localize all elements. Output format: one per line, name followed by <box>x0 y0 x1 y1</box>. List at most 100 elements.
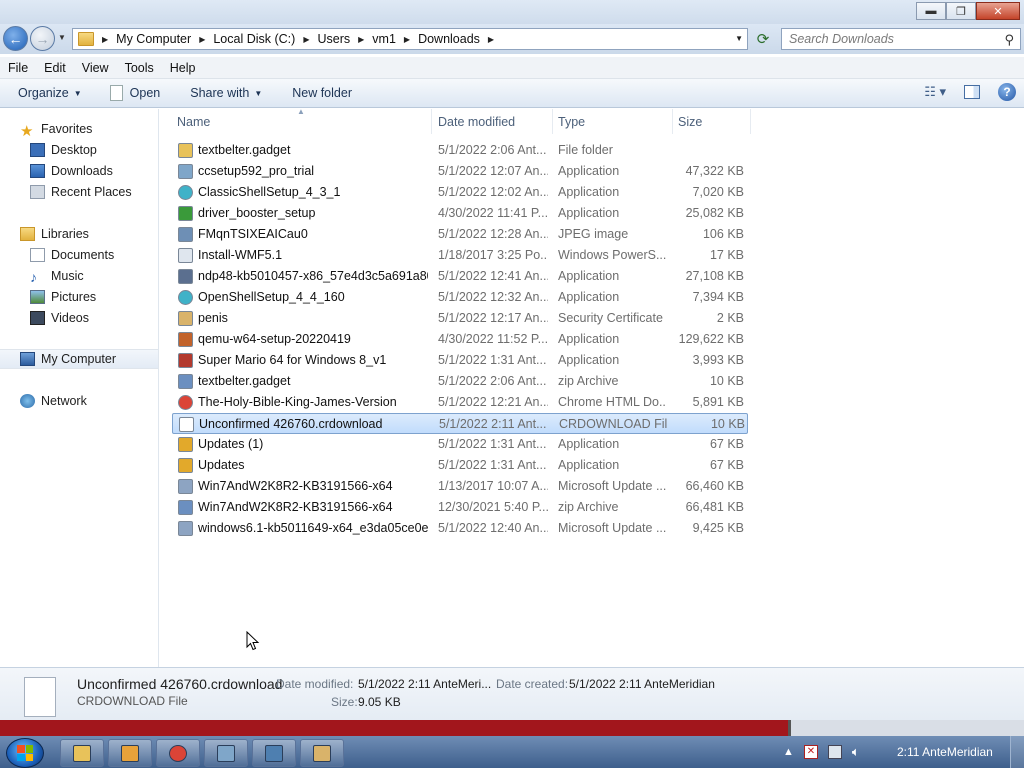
search-box[interactable]: ⚲ <box>781 28 1021 50</box>
nav-pictures[interactable]: Pictures <box>0 287 158 307</box>
search-input[interactable] <box>782 32 992 46</box>
menu-tools[interactable]: Tools <box>117 61 162 75</box>
file-size: 3,993 KB <box>692 353 744 367</box>
preview-pane-icon[interactable] <box>964 85 980 99</box>
new-folder-button[interactable]: New folder <box>292 86 352 100</box>
back-button[interactable]: ← <box>3 26 28 51</box>
nav-favorites[interactable]: ★ Favorites <box>0 119 158 140</box>
nav-music[interactable]: ♪ Music <box>0 266 158 286</box>
taskbar-button[interactable] <box>300 739 344 767</box>
file-type: Application <box>558 437 620 451</box>
breadcrumb-downloads[interactable]: Downloads <box>418 32 480 46</box>
file-row[interactable]: Win7AndW2K8R2-KB3191566-x64 1/13/2017 10:… <box>172 476 748 497</box>
taskbar-button[interactable] <box>156 739 200 767</box>
breadcrumb-vm1[interactable]: vm1 <box>372 32 396 46</box>
file-row[interactable]: driver_booster_setup 4/30/2022 11:41 P...… <box>172 203 748 224</box>
refresh-icon[interactable]: ⟳ <box>751 28 775 50</box>
chevron-right-icon[interactable]: ▶ <box>404 35 410 44</box>
file-name: textbelter.gadget <box>198 374 291 388</box>
file-name: textbelter.gadget <box>198 143 291 157</box>
music-icon: ♪ <box>30 269 37 285</box>
breadcrumb-my-computer[interactable]: My Computer <box>116 32 191 46</box>
change-view-icon[interactable]: ☷ ▾ <box>924 84 946 100</box>
menu-help[interactable]: Help <box>162 61 204 75</box>
column-type-label: Type <box>558 114 586 129</box>
file-date-modified: 5/1/2022 12:17 An... <box>438 311 548 325</box>
start-button[interactable] <box>6 738 44 768</box>
help-icon[interactable]: ? <box>998 83 1016 101</box>
file-row[interactable]: OpenShellSetup_4_4_160 5/1/2022 12:32 An.… <box>172 287 748 308</box>
forward-button[interactable]: → <box>30 26 55 51</box>
file-row[interactable]: Unconfirmed 426760.crdownload 5/1/2022 2:… <box>172 413 748 434</box>
menu-edit[interactable]: Edit <box>36 61 74 75</box>
chevron-right-icon[interactable]: ▶ <box>199 35 205 44</box>
file-row[interactable]: ndp48-kb5010457-x86_57e4d3c5a691a80f... 5… <box>172 266 748 287</box>
breadcrumb-local-disk[interactable]: Local Disk (C:) <box>213 32 295 46</box>
nav-libraries[interactable]: Libraries <box>0 224 158 244</box>
file-row[interactable]: penis 5/1/2022 12:17 An... Security Certif… <box>172 308 748 329</box>
taskbar-button[interactable] <box>60 739 104 767</box>
maximize-button[interactable]: ❐ <box>946 2 976 20</box>
menu-view[interactable]: View <box>74 61 117 75</box>
chevron-right-icon[interactable]: ▶ <box>102 35 108 44</box>
file-size: 129,622 KB <box>678 332 744 346</box>
nav-my-computer[interactable]: My Computer <box>0 349 158 369</box>
file-row[interactable]: ClassicShellSetup_4_3_1 5/1/2022 12:02 An… <box>172 182 748 203</box>
file-row[interactable]: qemu-w64-setup-20220419 4/30/2022 11:52 P… <box>172 329 748 350</box>
nav-videos-label: Videos <box>51 311 89 325</box>
nav-recent-places[interactable]: Recent Places <box>0 182 158 202</box>
organize-button[interactable]: Organize ▼ <box>18 86 82 100</box>
file-date-modified: 5/1/2022 12:21 An... <box>438 395 548 409</box>
file-row[interactable]: Updates (1) 5/1/2022 1:31 Ant... Applicati… <box>172 434 748 455</box>
search-icon[interactable]: ⚲ <box>1004 32 1014 48</box>
breadcrumb-users[interactable]: Users <box>317 32 350 46</box>
show-hidden-icons-icon[interactable]: ▲ <box>783 746 794 758</box>
share-with-button[interactable]: Share with ▼ <box>190 86 262 100</box>
file-row[interactable]: Win7AndW2K8R2-KB3191566-x64 12/30/2021 5:… <box>172 497 748 518</box>
window-titlebar: ▬ ❐ ✕ <box>0 0 1024 24</box>
nav-documents[interactable]: Documents <box>0 245 158 265</box>
chevron-right-icon[interactable]: ▶ <box>488 35 494 44</box>
file-row[interactable]: Install-WMF5.1 1/18/2017 3:25 Po... Window… <box>172 245 748 266</box>
details-size: 9.05 KB <box>358 695 401 709</box>
file-row[interactable]: Updates 5/1/2022 1:31 Ant... Application 67… <box>172 455 748 476</box>
column-header-type[interactable]: Type <box>553 109 673 134</box>
minimize-button[interactable]: ▬ <box>916 2 946 20</box>
open-button[interactable]: Open <box>109 85 160 101</box>
file-row[interactable]: FMqnTSIXEAICau0 5/1/2022 12:28 An... JPEG … <box>172 224 748 245</box>
file-row[interactable]: windows6.1-kb5011649-x64_e3da05ce0ed... 5… <box>172 518 748 539</box>
chevron-right-icon[interactable]: ▶ <box>358 35 364 44</box>
file-row[interactable]: textbelter.gadget 5/1/2022 2:06 Ant... zip… <box>172 371 748 392</box>
file-row[interactable]: Super Mario 64 for Windows 8_v1 5/1/2022 … <box>172 350 748 371</box>
file-row[interactable]: The-Holy-Bible-King-James-Version 5/1/202… <box>172 392 748 413</box>
command-bar: Organize ▼ Open Share with ▼ New folder ☷ … <box>0 79 1024 108</box>
column-header-size[interactable]: Size <box>673 109 751 134</box>
column-header-date[interactable]: Date modified <box>433 109 553 134</box>
clock[interactable]: 2:11 AnteMeridian <box>897 745 993 759</box>
action-center-icon[interactable]: ✕ <box>803 745 818 759</box>
chevron-right-icon[interactable]: ▶ <box>303 35 309 44</box>
file-row[interactable]: ccsetup592_pro_trial 5/1/2022 12:07 An...… <box>172 161 748 182</box>
show-desktop-button[interactable] <box>1010 736 1024 768</box>
file-date-modified: 5/1/2022 1:31 Ant... <box>438 353 547 367</box>
file-name: Unconfirmed 426760.crdownload <box>199 417 383 431</box>
close-button[interactable]: ✕ <box>976 2 1020 20</box>
taskbar-button[interactable] <box>252 739 296 767</box>
nav-downloads-label: Downloads <box>51 164 113 178</box>
address-history-dropdown[interactable]: ▼ <box>735 34 743 43</box>
file-row[interactable]: textbelter.gadget 5/1/2022 2:06 Ant... Fil… <box>172 140 748 161</box>
taskbar-button[interactable] <box>108 739 152 767</box>
nav-downloads[interactable]: Downloads <box>0 161 158 181</box>
folder-icon <box>78 32 94 46</box>
recent-pages-dropdown[interactable]: ▼ <box>58 33 66 42</box>
volume-icon[interactable]: 🔈︎ <box>852 744 860 760</box>
taskbar-button[interactable] <box>204 739 248 767</box>
network-status-icon[interactable] <box>827 745 842 759</box>
nav-desktop[interactable]: Desktop <box>0 140 158 160</box>
nav-videos[interactable]: Videos <box>0 308 158 328</box>
nav-network[interactable]: Network <box>0 391 158 411</box>
star-icon: ★ <box>20 123 34 140</box>
address-bar[interactable]: ▶ My Computer ▶ Local Disk (C:) ▶ Users … <box>72 28 748 50</box>
menu-file[interactable]: File <box>0 61 36 75</box>
column-header-name[interactable]: Name <box>172 109 432 134</box>
